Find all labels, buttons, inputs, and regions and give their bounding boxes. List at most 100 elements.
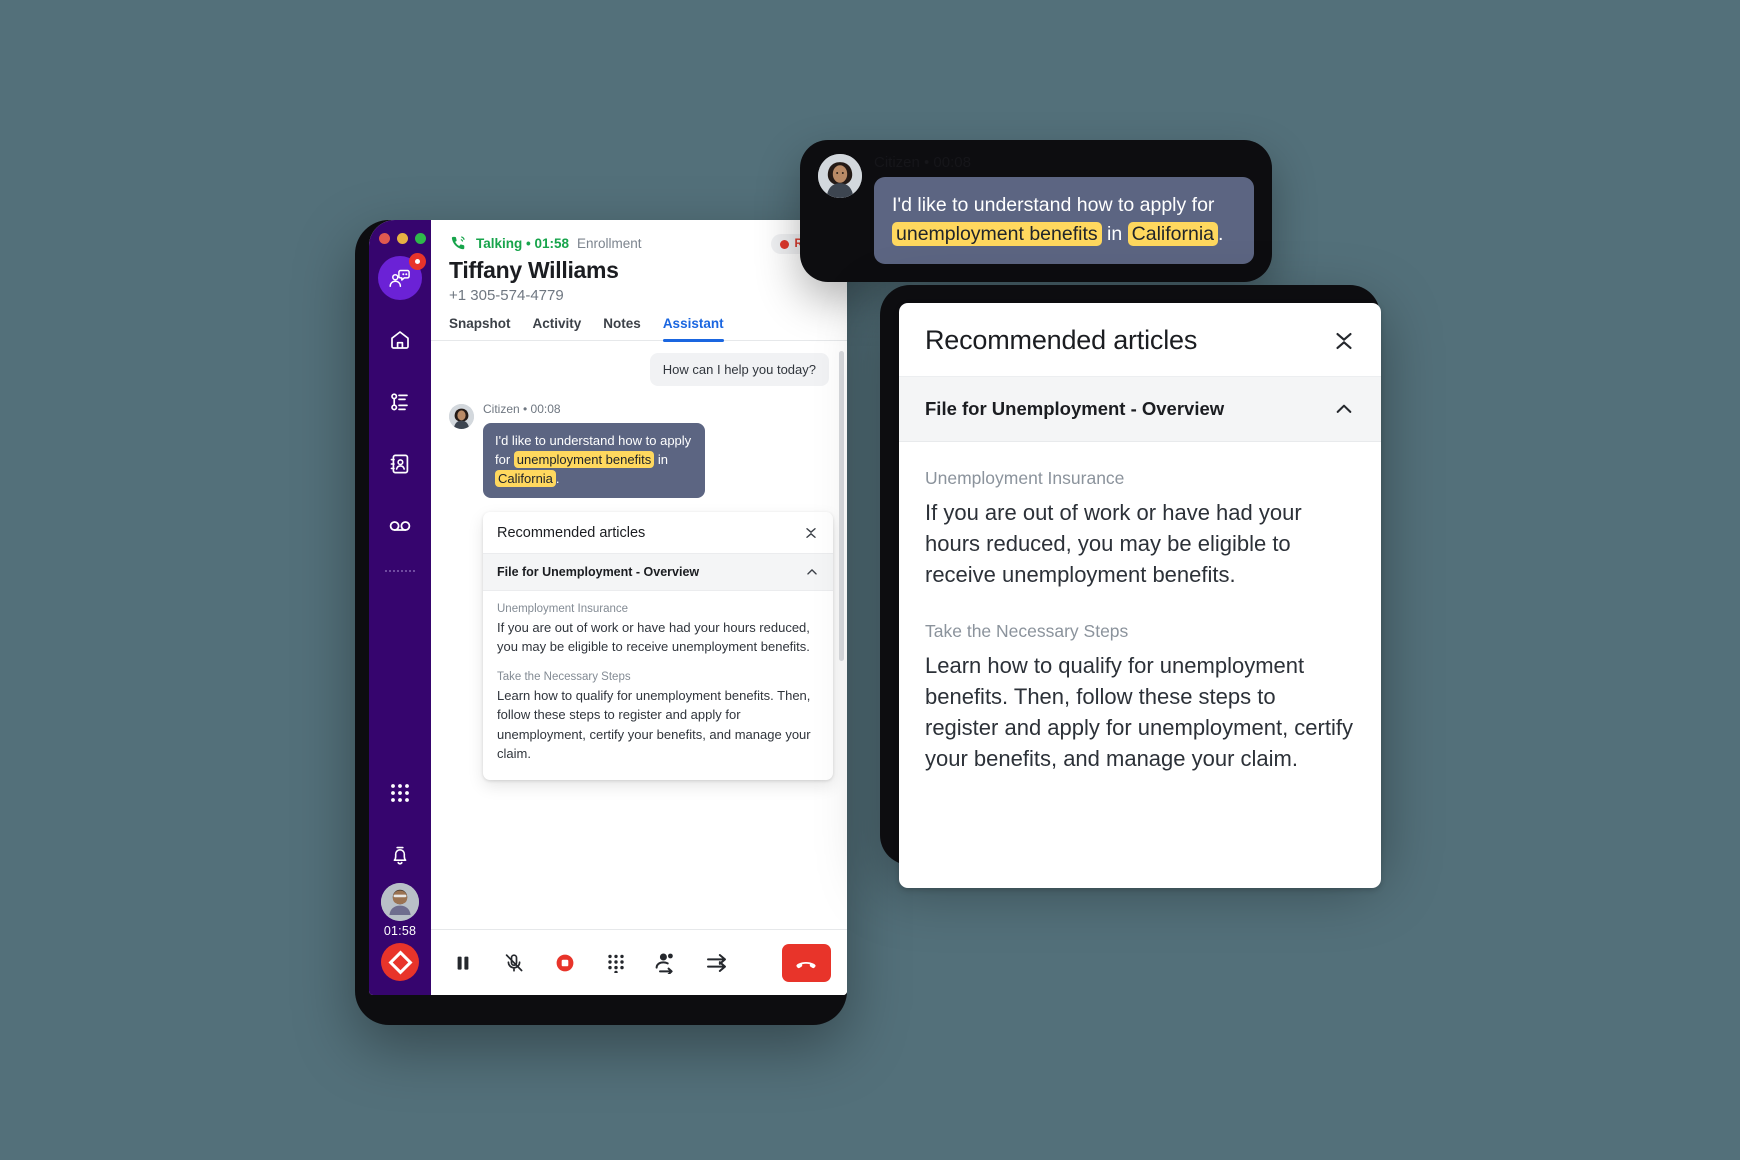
agent-call-timer: 01:58 <box>383 924 417 938</box>
sidebar-item-home[interactable] <box>378 318 422 362</box>
callout-citizen-bubble: I'd like to understand how to apply for … <box>874 177 1254 264</box>
rail-bottom-group: 01:58 <box>378 753 422 995</box>
close-icon[interactable] <box>379 233 390 244</box>
citizen-msg-mid: in <box>654 451 668 467</box>
end-call-button[interactable] <box>781 943 831 982</box>
transfer-button[interactable] <box>705 950 730 976</box>
minimize-icon[interactable] <box>397 233 408 244</box>
call-controls-bar <box>431 929 847 995</box>
panel-article-row[interactable]: File for Unemployment - Overview <box>899 377 1381 442</box>
call-queue-label: Enrollment <box>577 236 642 251</box>
panel-article-title: File for Unemployment - Overview <box>925 398 1225 419</box>
citizen-message-block: Citizen • 00:08 I'd like to understand h… <box>443 402 835 498</box>
agent-assist-icon <box>389 269 410 287</box>
callout-highlight-california: California <box>1127 222 1219 247</box>
panel-header: Recommended articles <box>899 303 1381 377</box>
call-main-panel: Talking • 01:58 Enrollment REC Tiffany W… <box>431 220 847 995</box>
home-icon <box>391 331 409 349</box>
apps-grid-icon <box>391 784 409 802</box>
agent-avatar[interactable] <box>381 883 419 921</box>
panel-section-gap <box>925 591 1355 621</box>
tab-activity[interactable]: Activity <box>533 316 582 340</box>
article-section-body-2: Learn how to qualify for unemployment be… <box>497 687 811 762</box>
agent-avatar-image <box>381 883 419 921</box>
highlight-unemployment-benefits: unemployment benefits <box>513 450 655 468</box>
left-nav-rail: 01:58 <box>369 220 431 995</box>
panel-title: Recommended articles <box>925 325 1198 355</box>
callout-msg-post: . <box>1218 223 1224 246</box>
citizen-meta: Citizen • 00:08 <box>483 402 561 416</box>
stop-recording-button[interactable] <box>553 950 578 976</box>
sidebar-item-queues[interactable] <box>378 380 422 424</box>
article-section-gap <box>497 657 819 671</box>
highlight-california: California <box>495 469 556 487</box>
panel-collapse-chevrons-icon[interactable] <box>1331 328 1357 354</box>
sidebar-item-voicemail[interactable] <box>378 504 422 548</box>
citizen-avatar <box>449 404 474 429</box>
call-header: Talking • 01:58 Enrollment REC Tiffany W… <box>431 220 847 304</box>
chevron-up-icon <box>807 568 817 575</box>
queue-list-icon <box>391 393 408 411</box>
tab-assistant[interactable]: Assistant <box>662 316 724 342</box>
assistant-chat-area: How can I help you today? Citizen • 00:0… <box>431 341 847 929</box>
sidebar-item-agent-assist[interactable] <box>378 253 426 300</box>
sidebar-item-apps[interactable] <box>378 771 422 815</box>
tab-notes[interactable]: Notes <box>603 316 641 340</box>
chat-scrollbar[interactable] <box>839 351 844 661</box>
callout-highlight-unemployment-benefits: unemployment benefits <box>892 222 1102 247</box>
article-title: File for Unemployment - Overview <box>497 564 700 579</box>
dialpad-icon <box>607 954 624 973</box>
panel-chevron-up-icon <box>1336 404 1352 413</box>
phone-hangup-icon <box>796 961 816 968</box>
tab-snapshot[interactable]: Snapshot <box>449 316 511 340</box>
agent-assist-badge <box>409 253 426 270</box>
recommended-articles-header: Recommended articles <box>483 512 833 553</box>
callout-msg-mid: in <box>1101 223 1128 246</box>
article-section-subtitle: Unemployment Insurance <box>497 602 629 615</box>
pause-icon <box>457 956 469 970</box>
recommended-articles-card: Recommended articles File for Unemployme… <box>483 511 833 780</box>
callout-citizen-avatar <box>818 154 862 198</box>
panel-section-subtitle-2: Take the Necessary Steps <box>925 620 1129 641</box>
voicemail-icon <box>389 521 411 531</box>
agent-desktop-window-frame: 01:58 Talking • 01:58 Enrollment Tiffany… <box>355 220 847 1025</box>
sidebar-item-notifications[interactable] <box>378 833 422 877</box>
mute-button[interactable] <box>502 950 527 976</box>
contacts-book-icon <box>390 454 409 474</box>
phone-ringing-icon <box>451 236 465 250</box>
citizen-avatar-image <box>449 404 474 429</box>
article-body: Unemployment Insurance If you are out of… <box>483 591 833 780</box>
callout-msg-pre: I'd like to understand how to apply for <box>892 194 1215 216</box>
call-status-text: Talking • 01:58 <box>476 236 570 251</box>
window-controls <box>379 220 426 244</box>
mic-muted-icon <box>505 953 523 972</box>
bot-greeting-bubble: How can I help you today? <box>649 353 829 386</box>
callout-citizen-avatar-image <box>818 154 862 198</box>
sidebar-item-contacts[interactable] <box>378 442 422 486</box>
dialpad-button[interactable] <box>603 950 628 976</box>
maximize-icon[interactable] <box>415 233 426 244</box>
callout-citizen-meta: Citizen • 00:08 <box>874 154 971 171</box>
add-person-icon <box>655 953 674 974</box>
panel-section-subtitle: Unemployment Insurance <box>925 468 1125 488</box>
collapse-chevrons-icon[interactable] <box>803 525 819 541</box>
zoom-callout-citizen-message: Citizen • 00:08 I'd like to understand h… <box>800 140 1272 282</box>
article-row-file-for-unemployment[interactable]: File for Unemployment - Overview <box>483 552 833 591</box>
panel-article-body: Unemployment Insurance If you are out of… <box>899 442 1381 775</box>
panel-section-body-2: Learn how to qualify for unemployment be… <box>925 652 1353 772</box>
zoom-callout-article-frame: Recommended articles File for Unemployme… <box>880 285 1381 888</box>
add-participant-button[interactable] <box>654 950 679 976</box>
transfer-arrows-icon <box>707 953 727 972</box>
panel-section-body: If you are out of work or have had your … <box>925 500 1302 588</box>
hold-button[interactable] <box>451 950 476 976</box>
bell-icon <box>393 846 407 865</box>
recommended-articles-title: Recommended articles <box>497 524 646 541</box>
article-section-subtitle-2: Take the Necessary Steps <box>497 670 631 683</box>
agent-status-button[interactable] <box>381 943 419 981</box>
customer-name: Tiffany Williams <box>449 257 619 283</box>
customer-phone: +1 305-574-4779 <box>449 287 564 304</box>
panel-tabs: Snapshot Activity Notes Assistant <box>431 316 847 342</box>
citizen-msg-post: . <box>555 470 560 486</box>
diamond-busy-icon <box>387 949 413 975</box>
agent-desktop-window: 01:58 Talking • 01:58 Enrollment Tiffany… <box>369 220 847 995</box>
